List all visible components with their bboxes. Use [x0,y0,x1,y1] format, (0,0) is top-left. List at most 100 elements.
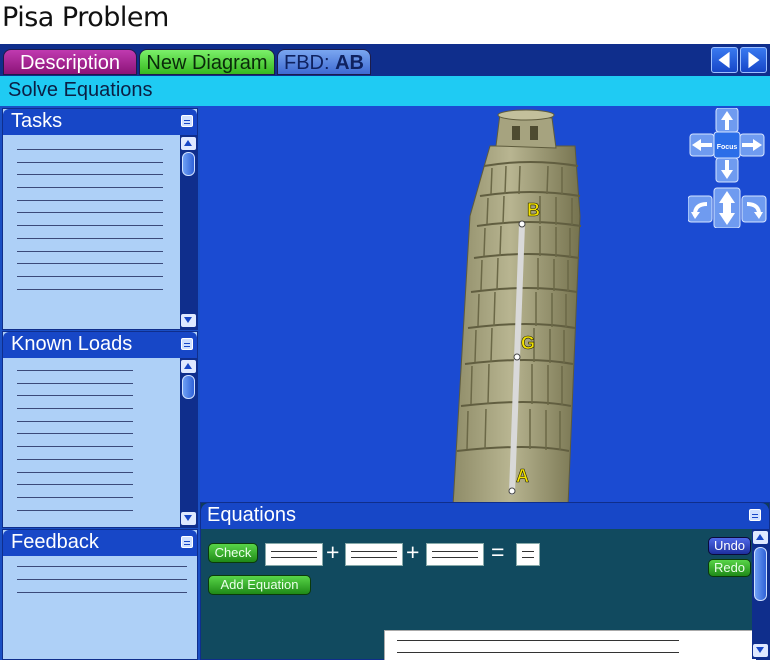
point-label-a: A [516,466,529,486]
tab-fbd-name: AB [335,52,364,74]
point-label-g: G [521,333,535,353]
add-equation-button[interactable]: Add Equation [208,575,311,595]
tasks-panel-header: Tasks [3,109,197,135]
tab-new-diagram[interactable]: New Diagram [139,49,275,75]
equation-term-input[interactable] [265,543,323,566]
collapse-icon[interactable] [181,338,193,350]
list-item-placeholder [17,509,133,511]
list-item-placeholder [17,199,163,201]
focus-button[interactable]: Focus [713,131,741,159]
scroll-thumb[interactable] [754,547,767,601]
output-line [397,640,679,641]
list-item-placeholder [17,237,163,239]
scroll-up-icon[interactable] [181,137,196,150]
camera-pan-control: Focus [688,108,768,228]
tab-fbd-prefix: FBD: [283,52,336,74]
equation-term-input[interactable] [426,543,484,566]
arrow-left-icon [718,51,730,69]
tab-fbd[interactable]: FBD: AB [277,49,371,75]
feedback-panel-title: Feedback [11,531,99,553]
scroll-down-icon[interactable] [753,644,768,657]
leaning-tower-model: B G A [452,109,582,506]
list-item-placeholder [17,484,133,486]
rotate-left-button[interactable] [688,195,713,223]
app-window: Description New Diagram FBD: AB Solve Eq… [0,44,770,660]
focus-label: Focus [717,144,738,151]
list-item-placeholder [17,471,133,473]
list-item-placeholder [17,395,133,397]
plus-operator: + [326,539,340,565]
list-item-placeholder [17,275,163,277]
equations-panel-header: Equations [201,503,769,529]
scroll-up-icon[interactable] [753,531,768,544]
known-loads-scrollbar[interactable] [180,358,197,527]
pan-down-button[interactable] [715,157,739,183]
equation-term-input[interactable] [345,543,403,566]
list-item-placeholder [17,446,133,448]
equations-panel: Equations Check + + = Add Equation Undo … [200,502,770,660]
scroll-down-icon[interactable] [181,512,196,525]
list-item-placeholder [17,187,163,189]
scroll-down-icon[interactable] [181,314,196,327]
equation-result-input[interactable] [516,543,540,566]
tasks-list [17,149,163,301]
list-item-placeholder [17,149,163,150]
rotate-right-button[interactable] [741,195,767,223]
list-item-placeholder [17,433,133,435]
list-item-placeholder [17,263,163,265]
feedback-panel-header: Feedback [3,530,197,556]
list-item-placeholder [17,174,163,176]
arrow-right-icon [748,51,760,69]
feedback-panel: Feedback [2,529,198,660]
mode-label: Solve Equations [8,79,153,101]
collapse-icon[interactable] [749,509,761,521]
known-loads-list [17,370,133,522]
undo-button[interactable]: Undo [708,537,751,555]
pan-right-button[interactable] [739,133,765,157]
equations-scrollbar[interactable] [752,529,769,659]
tasks-panel-title: Tasks [11,110,63,132]
scroll-thumb[interactable] [182,152,195,176]
known-loads-panel-title: Known Loads [11,333,133,355]
collapse-icon[interactable] [181,536,193,548]
collapse-icon[interactable] [181,115,193,127]
equals-operator: = [491,539,505,565]
plus-operator: + [406,539,420,565]
zoom-button[interactable] [713,187,741,228]
feedback-list [17,566,187,605]
tab-description[interactable]: Description [3,49,137,75]
list-item-placeholder [17,250,163,252]
tasks-scrollbar[interactable] [180,135,197,329]
known-loads-panel-header: Known Loads [3,332,197,358]
redo-button[interactable]: Redo [708,559,751,577]
pan-left-button[interactable] [689,133,715,157]
list-item-placeholder [17,408,133,410]
list-item-placeholder [17,566,187,567]
scroll-thumb[interactable] [182,375,195,399]
list-item-placeholder [17,370,133,371]
equations-body: Check + + = Add Equation Undo Redo [201,529,756,660]
next-button[interactable] [740,47,767,73]
page-title: Pisa Problem [2,2,169,33]
list-item-placeholder [17,592,187,593]
list-item-placeholder [17,382,133,384]
previous-button[interactable] [711,47,738,73]
list-item-placeholder [17,579,187,580]
list-item-placeholder [17,212,163,214]
equation-output-area [384,630,756,660]
tab-bar: Description New Diagram FBD: AB [0,44,770,76]
list-item-placeholder [17,225,163,227]
scene-viewport[interactable]: B G A Focus [200,106,770,506]
list-item-placeholder [17,458,133,460]
list-item-placeholder [17,161,163,163]
tasks-panel: Tasks [2,108,198,330]
output-line [397,652,679,653]
known-loads-panel: Known Loads [2,331,198,528]
list-item-placeholder [17,496,133,498]
scroll-up-icon[interactable] [181,360,196,373]
list-item-placeholder [17,420,133,422]
pan-up-button[interactable] [715,108,739,133]
mode-bar: Solve Equations [0,76,770,106]
equations-panel-title: Equations [207,504,296,526]
check-button[interactable]: Check [208,543,258,563]
